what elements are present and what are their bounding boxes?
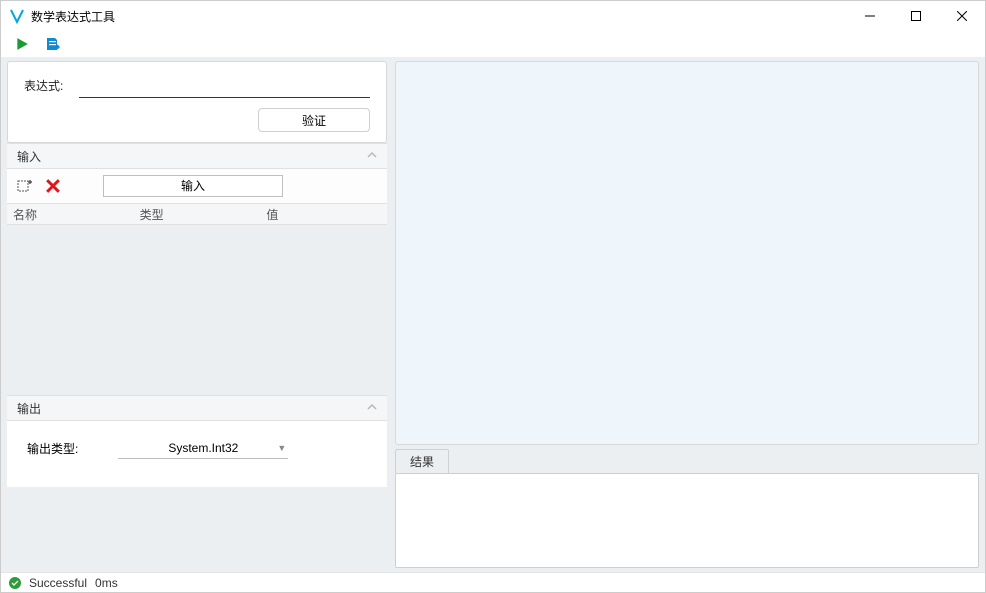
column-value: 值 bbox=[260, 206, 387, 223]
expression-label: 表达式: bbox=[24, 77, 63, 98]
column-type: 类型 bbox=[134, 206, 261, 223]
output-type-label: 输出类型: bbox=[27, 440, 78, 457]
input-table-body bbox=[7, 225, 387, 395]
title-bar: 数学表达式工具 bbox=[1, 1, 985, 31]
result-tab[interactable]: 结果 bbox=[395, 449, 449, 473]
status-time: 0ms bbox=[95, 576, 118, 590]
output-type-select[interactable]: System.Int32 ▼ bbox=[118, 437, 288, 459]
status-bar: Successful 0ms bbox=[1, 572, 985, 592]
run-button[interactable] bbox=[13, 35, 31, 53]
right-panel: 结果 bbox=[395, 61, 979, 568]
output-body: 输出类型: System.Int32 ▼ bbox=[7, 421, 387, 487]
expression-input[interactable] bbox=[79, 76, 370, 98]
input-dropdown[interactable]: 输入 bbox=[103, 175, 283, 197]
column-name: 名称 bbox=[7, 206, 134, 223]
status-success-icon bbox=[9, 577, 21, 589]
verify-button[interactable]: 验证 bbox=[258, 108, 370, 132]
result-output bbox=[395, 473, 979, 568]
close-button[interactable] bbox=[939, 1, 985, 31]
app-logo-icon bbox=[9, 8, 25, 24]
input-table-header: 名称 类型 值 bbox=[7, 203, 387, 225]
status-text: Successful bbox=[29, 576, 87, 590]
delete-input-button[interactable] bbox=[43, 176, 63, 196]
input-section-header[interactable]: 输入 bbox=[7, 143, 387, 169]
preview-canvas bbox=[395, 61, 979, 445]
window-title: 数学表达式工具 bbox=[31, 8, 115, 25]
output-section-header[interactable]: 输出 bbox=[7, 395, 387, 421]
minimize-button[interactable] bbox=[847, 1, 893, 31]
output-section-label: 输出 bbox=[17, 400, 367, 417]
add-input-button[interactable] bbox=[15, 176, 35, 196]
result-tab-strip: 结果 bbox=[395, 449, 979, 473]
dropdown-caret-icon: ▼ bbox=[277, 443, 286, 453]
left-panel: 表达式: 验证 输入 输入 名称 类型 bbox=[7, 61, 387, 568]
collapse-icon bbox=[367, 150, 377, 163]
maximize-button[interactable] bbox=[893, 1, 939, 31]
main-content: 表达式: 验证 输入 输入 名称 类型 bbox=[1, 57, 985, 572]
collapse-icon bbox=[367, 402, 377, 415]
expression-card: 表达式: 验证 bbox=[7, 61, 387, 143]
input-toolbar: 输入 bbox=[7, 169, 387, 203]
output-type-value: System.Int32 bbox=[168, 441, 238, 455]
input-section-label: 输入 bbox=[17, 148, 367, 165]
main-toolbar bbox=[1, 31, 985, 57]
export-button[interactable] bbox=[43, 35, 61, 53]
